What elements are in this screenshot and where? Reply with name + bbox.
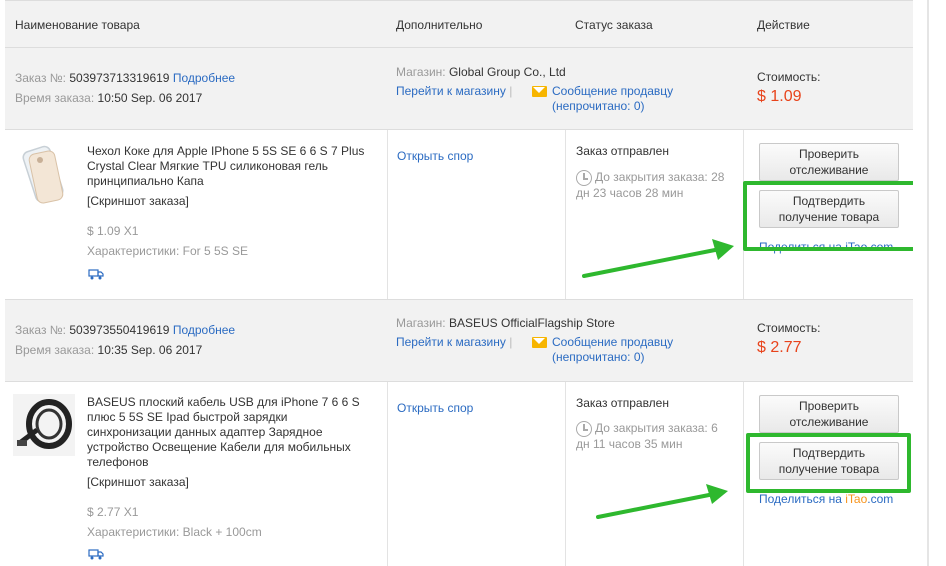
countdown-line-2: дн 23 часов 28 мин bbox=[576, 186, 684, 200]
order-time-label: Время заказа: bbox=[15, 343, 95, 357]
order-cost: $ 1.09 bbox=[757, 88, 802, 105]
countdown-line-1: До закрытия заказа: 6 bbox=[595, 421, 718, 435]
truck-icon bbox=[88, 269, 104, 280]
product-title[interactable]: BASEUS плоский кабель USB для iPhone 7 6… bbox=[87, 395, 372, 470]
store-label: Магазин: bbox=[396, 65, 446, 79]
header-extra: Дополнительно bbox=[396, 18, 483, 32]
characteristics-value: For 5 5S SE bbox=[182, 244, 249, 258]
unread-prefix: (непрочитано: bbox=[552, 99, 631, 113]
order-time-label: Время заказа: bbox=[15, 91, 95, 105]
unread-prefix: (непрочитано: bbox=[552, 350, 631, 364]
order-cost: $ 2.77 bbox=[757, 339, 802, 356]
scrollbar[interactable] bbox=[927, 0, 929, 566]
open-dispute-link[interactable]: Открыть спор bbox=[397, 149, 473, 164]
truck-icon bbox=[88, 549, 104, 560]
table-header: Наименование товара Дополнительно Статус… bbox=[5, 0, 913, 48]
product-price-qty: $ 1.09 X1 bbox=[87, 224, 139, 238]
order-status: Заказ отправлен bbox=[576, 396, 669, 410]
product-price-qty: $ 2.77 X1 bbox=[87, 505, 139, 519]
unread-count[interactable]: (непрочитано: 0) bbox=[552, 99, 645, 114]
envelope-icon bbox=[532, 86, 547, 97]
highlight-box bbox=[743, 181, 926, 251]
orders-table: Наименование товара Дополнительно Статус… bbox=[5, 0, 926, 566]
track-button-line2: отслеживание bbox=[789, 163, 869, 177]
countdown-line-1: До закрытия заказа: 28 bbox=[595, 170, 725, 184]
order-header-1: Заказ №: 503973713319619 Подробнее Время… bbox=[5, 48, 913, 130]
details-link[interactable]: Подробнее bbox=[173, 323, 235, 337]
unread-suffix: ) bbox=[640, 99, 645, 113]
product-thumbnail-case[interactable] bbox=[13, 144, 75, 206]
screenshot-link[interactable]: [Скриншот заказа] bbox=[87, 194, 189, 209]
share-link[interactable]: Поделиться на iTao.com bbox=[759, 492, 893, 507]
message-seller-link[interactable]: Сообщение продавцу bbox=[552, 84, 673, 99]
highlight-box bbox=[746, 433, 911, 493]
characteristics-label: Характеристики: bbox=[87, 525, 180, 539]
envelope-icon bbox=[532, 337, 547, 348]
unread-suffix: ) bbox=[640, 350, 645, 364]
countdown-line-2: дн 11 часов 35 мин bbox=[576, 437, 683, 451]
go-to-store-link[interactable]: Перейти к магазину bbox=[396, 84, 506, 98]
cost-label: Стоимость: bbox=[757, 321, 821, 335]
clock-icon bbox=[576, 170, 592, 186]
open-dispute-link[interactable]: Открыть спор bbox=[397, 401, 473, 416]
order-header-2: Заказ №: 503973550419619 Подробнее Время… bbox=[5, 300, 913, 382]
screenshot-link[interactable]: [Скриншот заказа] bbox=[87, 475, 189, 490]
unread-value: 0 bbox=[633, 350, 641, 364]
header-status: Статус заказа bbox=[575, 18, 653, 32]
separator: | bbox=[509, 335, 513, 349]
message-seller-link[interactable]: Сообщение продавцу bbox=[552, 335, 673, 350]
track-button[interactable]: Проверить отслеживание bbox=[759, 395, 899, 433]
product-thumbnail-cable[interactable] bbox=[13, 394, 75, 456]
track-button-line1: Проверить bbox=[798, 399, 859, 413]
order-time: 10:35 Sep. 06 2017 bbox=[97, 343, 203, 357]
characteristics-label: Характеристики: bbox=[87, 244, 180, 258]
go-to-store-link[interactable]: Перейти к магазину bbox=[396, 335, 506, 349]
share-site-com: .com bbox=[867, 492, 894, 506]
clock-icon bbox=[576, 421, 592, 437]
share-site-tao: Tao bbox=[847, 492, 868, 506]
order-number: 503973550419619 bbox=[69, 323, 170, 337]
product-title[interactable]: Чехол Коке для Apple IPhone 5 5S SE 6 6 … bbox=[87, 144, 377, 189]
order-number-label: Заказ №: bbox=[15, 71, 67, 85]
order-time: 10:50 Sep. 06 2017 bbox=[97, 91, 203, 105]
share-prefix: Поделиться на bbox=[759, 492, 846, 506]
order-status: Заказ отправлен bbox=[576, 144, 669, 158]
order-number: 503973713319619 bbox=[69, 71, 170, 85]
details-link[interactable]: Подробнее bbox=[173, 71, 235, 85]
separator: | bbox=[509, 84, 513, 98]
cost-label: Стоимость: bbox=[757, 70, 821, 84]
track-button-line1: Проверить bbox=[798, 147, 859, 161]
product-row-2: BASEUS плоский кабель USB для iPhone 7 6… bbox=[5, 382, 913, 566]
header-product: Наименование товара bbox=[15, 18, 140, 32]
order-number-label: Заказ №: bbox=[15, 323, 67, 337]
track-button-line2: отслеживание bbox=[789, 415, 869, 429]
characteristics-value: Black + 100cm bbox=[182, 525, 262, 539]
product-row-1: Чехол Коке для Apple IPhone 5 5S SE 6 6 … bbox=[5, 130, 926, 300]
scroll-gutter bbox=[913, 0, 946, 566]
header-action: Действие bbox=[757, 18, 810, 32]
store-name: Global Group Co., Ltd bbox=[448, 65, 566, 79]
store-label: Магазин: bbox=[396, 316, 446, 330]
track-button[interactable]: Проверить отслеживание bbox=[759, 143, 899, 181]
store-name: BASEUS OfficialFlagship Store bbox=[448, 316, 615, 330]
unread-count[interactable]: (непрочитано: 0) bbox=[552, 350, 645, 365]
unread-value: 0 bbox=[633, 99, 641, 113]
